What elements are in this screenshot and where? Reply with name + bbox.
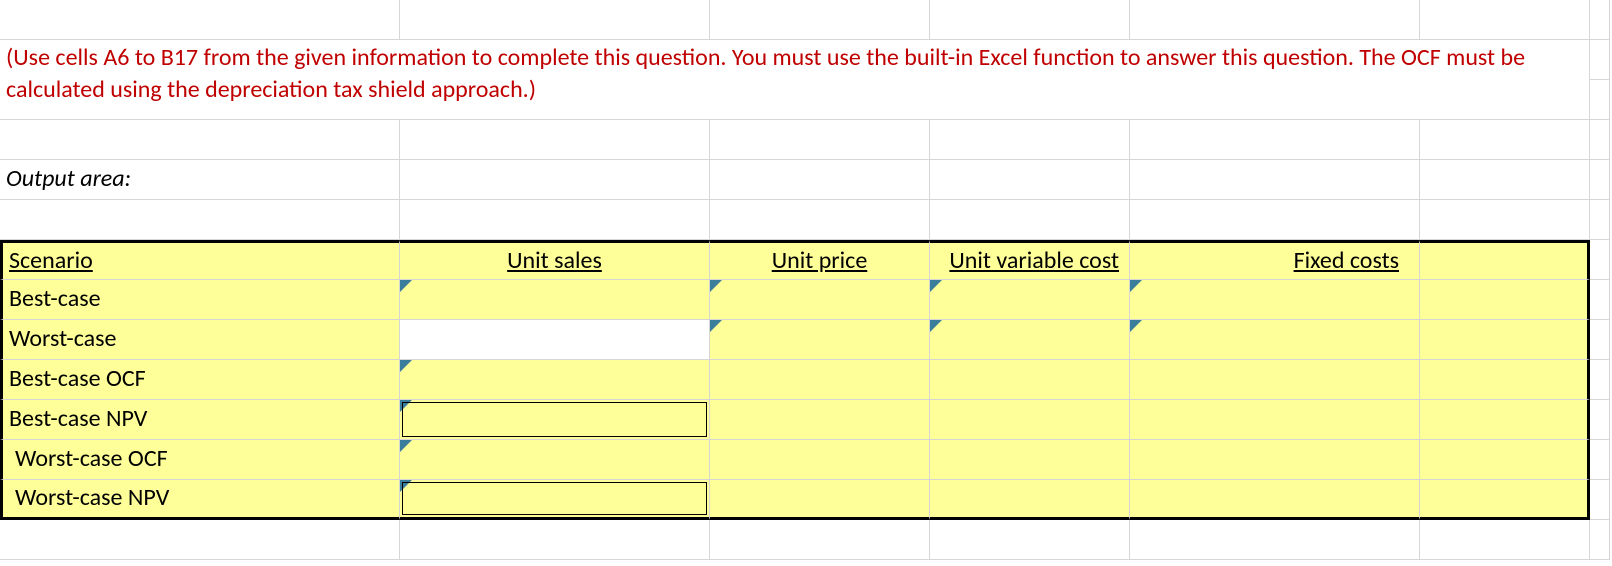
comment-flag-icon [400,360,412,372]
cell-E14[interactable] [1130,520,1420,560]
cell-C4[interactable] [710,120,930,160]
cell-E12[interactable] [1130,440,1420,480]
cell-E6[interactable] [1130,200,1420,240]
input-worst-ocf[interactable] [400,440,710,480]
cell-G10[interactable] [1590,360,1610,400]
input-best-npv[interactable] [400,400,710,440]
cell-G14[interactable] [1590,520,1610,560]
cell-F1[interactable] [1420,0,1590,40]
input-best-unit-price[interactable] [710,280,930,320]
cell-C1[interactable] [710,0,930,40]
input-worst-fixed-costs[interactable] [1130,320,1420,360]
comment-flag-icon [710,280,722,292]
cell-B5[interactable] [400,160,710,200]
cell-D4[interactable] [930,120,1130,160]
comment-flag-icon [400,480,412,492]
row-label-worst-case: Worst-case [0,320,400,360]
cell-C13[interactable] [710,480,930,520]
cell-F8[interactable] [1420,280,1590,320]
cell-F13[interactable] [1420,480,1590,520]
comment-flag-icon [400,280,412,292]
cell-F7[interactable] [1420,240,1590,280]
cell-F11[interactable] [1420,400,1590,440]
cell-E5[interactable] [1130,160,1420,200]
cell-G13[interactable] [1590,480,1610,520]
cell-D14[interactable] [930,520,1130,560]
comment-flag-icon [1130,280,1142,292]
cell-D12[interactable] [930,440,1130,480]
cell-G12[interactable] [1590,440,1610,480]
cell-G3[interactable] [1590,80,1610,120]
cell-F14[interactable] [1420,520,1590,560]
input-worst-npv[interactable] [400,480,710,520]
cell-A4[interactable] [0,120,400,160]
cell-G8[interactable] [1590,280,1610,320]
cell-F10[interactable] [1420,360,1590,400]
cell-A1[interactable] [0,0,400,40]
row-label-worst-ocf: Worst-case OCF [0,440,400,480]
row-label-best-ocf: Best-case OCF [0,360,400,400]
cell-E10[interactable] [1130,360,1420,400]
output-area-label: Output area: [0,160,400,200]
cell-G2[interactable] [1590,40,1610,80]
input-best-fixed-costs[interactable] [1130,280,1420,320]
input-best-unit-var-cost[interactable] [930,280,1130,320]
cell-E1[interactable] [1130,0,1420,40]
comment-flag-icon [710,320,722,332]
cell-E13[interactable] [1130,480,1420,520]
row-label-worst-npv: Worst-case NPV [0,480,400,520]
input-best-unit-sales[interactable] [400,280,710,320]
cell-B4[interactable] [400,120,710,160]
input-worst-unit-var-cost[interactable] [930,320,1130,360]
cell-C14[interactable] [710,520,930,560]
header-unit-price: Unit price [710,240,930,280]
cell-G7[interactable] [1590,240,1610,280]
cell-D1[interactable] [930,0,1130,40]
cell-C5[interactable] [710,160,930,200]
input-worst-unit-price[interactable] [710,320,930,360]
cell-G6[interactable] [1590,200,1610,240]
cell-G9[interactable] [1590,320,1610,360]
header-scenario: Scenario [0,240,400,280]
comment-flag-icon [400,400,412,412]
row-label-best-case: Best-case [0,280,400,320]
cell-B1[interactable] [400,0,710,40]
cell-C10[interactable] [710,360,930,400]
cell-F6[interactable] [1420,200,1590,240]
cell-F5[interactable] [1420,160,1590,200]
cell-F9[interactable] [1420,320,1590,360]
comment-flag-icon [400,440,412,452]
comment-flag-icon [1130,320,1142,332]
cell-G5[interactable] [1590,160,1610,200]
header-unit-var-cost: Unit variable cost [930,240,1130,280]
input-worst-unit-sales[interactable] [400,320,710,360]
instruction-text: (Use cells A6 to B17 from the given info… [0,40,1590,120]
cell-C6[interactable] [710,200,930,240]
cell-C12[interactable] [710,440,930,480]
cell-D10[interactable] [930,360,1130,400]
cell-B6[interactable] [400,200,710,240]
cell-D11[interactable] [930,400,1130,440]
cell-B14[interactable] [400,520,710,560]
comment-flag-icon [930,320,942,332]
header-fixed-costs: Fixed costs [1130,240,1420,280]
cell-D13[interactable] [930,480,1130,520]
cell-E4[interactable] [1130,120,1420,160]
cell-G4[interactable] [1590,120,1610,160]
cell-D5[interactable] [930,160,1130,200]
cell-G11[interactable] [1590,400,1610,440]
input-best-ocf[interactable] [400,360,710,400]
header-unit-sales: Unit sales [400,240,710,280]
spreadsheet-grid: (Use cells A6 to B17 from the given info… [0,0,1612,560]
cell-F4[interactable] [1420,120,1590,160]
cell-D6[interactable] [930,200,1130,240]
cell-C11[interactable] [710,400,930,440]
row-label-best-npv: Best-case NPV [0,400,400,440]
comment-flag-icon [930,280,942,292]
cell-A14[interactable] [0,520,400,560]
cell-G1[interactable] [1590,0,1610,40]
cell-F12[interactable] [1420,440,1590,480]
cell-A6[interactable] [0,200,400,240]
cell-E11[interactable] [1130,400,1420,440]
